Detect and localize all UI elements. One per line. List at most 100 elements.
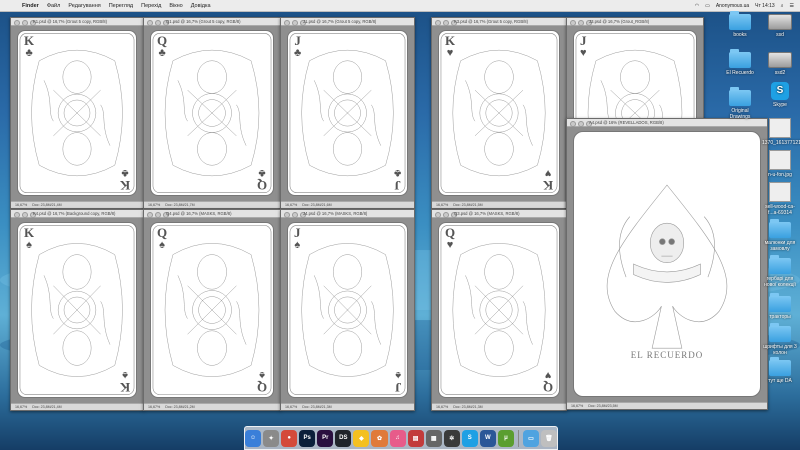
photoshop-icon[interactable]: Ps (299, 429, 316, 447)
doc-size[interactable]: Doc: 23,8M/21,3M (302, 405, 331, 409)
dimension-icon[interactable]: DS (335, 429, 352, 447)
menu-edit[interactable]: Редагування (68, 3, 100, 9)
doc-size[interactable]: Doc: 23,8M/21,2M (165, 405, 194, 409)
close-icon[interactable] (284, 211, 290, 218)
itunes-icon[interactable]: ♫ (389, 429, 406, 447)
document-window[interactable]: Q1.psd @ 16,7% (Grout 5 copy, RGB/8) Q ♣ … (143, 17, 281, 209)
window-title-bar[interactable]: K1.psd @ 16,7% (Grout 5 copy, RGB/8) (11, 18, 143, 26)
window-title-bar[interactable]: J4.psd @ 16,7% (MASKS, RGB/8) (281, 210, 414, 218)
word-icon[interactable]: W (479, 429, 496, 447)
desktop-icon[interactable]: малюнки для замовлу (762, 219, 798, 252)
minimize-icon[interactable] (292, 19, 298, 26)
window-title-bar[interactable]: Q1.psd @ 16,7% (Grout 5 copy, RGB/8) (144, 18, 280, 26)
photos-icon[interactable]: ✿ (371, 429, 388, 447)
desktop-icon[interactable]: ssd2 (762, 52, 798, 76)
close-icon[interactable] (147, 211, 153, 218)
zoom-level[interactable]: 16,67% (436, 405, 448, 409)
menu-app-name[interactable]: Finder (22, 3, 39, 9)
skype-icon[interactable]: S (461, 429, 478, 447)
zoom-level[interactable]: 16,67% (285, 203, 297, 207)
notification-icon[interactable]: ☰ (790, 3, 794, 9)
window-title-bar[interactable]: Q4.psd @ 16,7% (MASKS, RGB/8) (144, 210, 280, 218)
close-icon[interactable] (570, 120, 576, 127)
premiere-icon[interactable]: Pr (317, 429, 334, 447)
desktop-icon[interactable]: S Skype (762, 82, 798, 108)
document-window[interactable]: A4.psd @ 16% (REVELLADOS, RGB/8) EL RECU… (566, 118, 768, 410)
torrent-icon[interactable]: μ (497, 429, 514, 447)
document-window[interactable]: K3.psd @ 16,7% (Grout 5 copy, RGB/8) K ♥ … (431, 17, 567, 209)
zoom-level[interactable]: 16,67% (15, 405, 27, 409)
menu-help[interactable]: Довідка (191, 3, 211, 9)
window-title-bar[interactable]: J1.psd @ 16,7% (Grout 5 copy, RGB/8) (281, 18, 414, 26)
document-window[interactable]: Q3.psd @ 16,7% (MASKS, RGB/8) Q ♥ Q ♥ 16,6… (431, 209, 567, 411)
doc-size[interactable]: Doc: 23,8M/21,4M (32, 405, 61, 409)
minimize-icon[interactable] (22, 211, 28, 218)
window-title-bar[interactable]: K4.psd @ 16,7% (Background copy, RGB/8) (11, 210, 143, 218)
calculator-icon[interactable]: ▦ (425, 429, 442, 447)
close-icon[interactable] (147, 19, 153, 26)
close-icon[interactable] (284, 19, 290, 26)
close-icon[interactable] (435, 211, 441, 218)
doc-size[interactable]: Doc: 23,8M/21,7M (165, 203, 194, 207)
minimize-icon[interactable] (443, 211, 449, 218)
desktop-icon[interactable]: ssd (762, 14, 798, 38)
folder-dock-icon[interactable]: ▭ (522, 429, 539, 447)
desktop-icon[interactable]: sell-wood-ca-f...a-69314 (762, 182, 798, 216)
minimize-icon[interactable] (292, 211, 298, 218)
doc-size[interactable]: Doc: 23,8M/21,4M (32, 203, 61, 207)
search-icon[interactable]: ⌕ (781, 3, 784, 9)
doc-size[interactable]: Doc: 23,8M/21,5M (453, 203, 482, 207)
minimize-icon[interactable] (578, 19, 584, 26)
minimize-icon[interactable] (443, 19, 449, 26)
finder-icon[interactable]: ☺ (245, 429, 262, 447)
character-icon[interactable]: ✲ (443, 429, 460, 447)
close-icon[interactable] (570, 19, 576, 26)
window-title-bar[interactable]: J3.psd @ 16,7% (Grout_RGB/8) (567, 18, 703, 26)
doc-size[interactable]: Doc: 23,8M/23,5M (588, 404, 617, 408)
minimize-icon[interactable] (155, 211, 161, 218)
zoom-level[interactable]: 16,67% (285, 405, 297, 409)
doc-size[interactable]: Doc: 23,8M/21,3M (453, 405, 482, 409)
zoom-level[interactable]: 16,67% (571, 404, 583, 408)
window-title-bar[interactable]: A4.psd @ 16% (REVELLADOS, RGB/8) (567, 119, 767, 127)
desktop-icon[interactable]: тракторы (762, 293, 798, 320)
trash-icon[interactable]: 🗑 (540, 429, 557, 447)
minimize-icon[interactable] (22, 19, 28, 26)
menu-window[interactable]: Вікно (169, 3, 182, 9)
close-icon[interactable] (14, 211, 20, 218)
sketch-icon[interactable]: ◆ (353, 429, 370, 447)
document-window[interactable]: J1.psd @ 16,7% (Grout 5 copy, RGB/8) J ♣ … (280, 17, 415, 209)
desktop-icon[interactable]: гербарі для нової колекції (762, 255, 798, 288)
minimize-icon[interactable] (578, 120, 584, 127)
desktop-icon[interactable]: шрифты для 3 колон (762, 323, 798, 356)
document-window[interactable]: K4.psd @ 16,7% (Background copy, RGB/8) … (10, 209, 144, 411)
window-title-bar[interactable]: K3.psd @ 16,7% (Grout 5 copy, RGB/8) (432, 18, 566, 26)
launchpad-icon[interactable]: ✦ (263, 429, 280, 447)
desktop-icon[interactable]: Original Drawings (722, 87, 758, 120)
close-icon[interactable] (14, 19, 20, 26)
zoom-level[interactable]: 16,67% (148, 203, 160, 207)
battery-icon[interactable]: ▭ (705, 3, 710, 9)
menu-go[interactable]: Перехід (141, 3, 161, 9)
menu-view[interactable]: Перегляд (109, 3, 133, 9)
pdf-icon[interactable]: ▤ (407, 429, 424, 447)
window-title-bar[interactable]: Q3.psd @ 16,7% (MASKS, RGB/8) (432, 210, 566, 218)
document-window[interactable]: Q4.psd @ 16,7% (MASKS, RGB/8) Q ♠ Q ♠ 16,6… (143, 209, 281, 411)
zoom-level[interactable]: 16,67% (148, 405, 160, 409)
zoom-level[interactable]: 16,67% (15, 203, 27, 207)
chrome-icon[interactable]: ● (281, 429, 298, 447)
desktop-icon[interactable]: n-u-fon.jpg (762, 150, 798, 178)
menu-file[interactable]: Файл (47, 3, 61, 9)
close-icon[interactable] (435, 19, 441, 26)
desktop-icon[interactable]: books (722, 11, 758, 38)
document-window[interactable]: K1.psd @ 16,7% (Grout 5 copy, RGB/8) K ♣ … (10, 17, 144, 209)
desktop-icon[interactable]: 1370_16137712106...77933_n (762, 118, 800, 146)
doc-size[interactable]: Doc: 23,8M/21,6M (302, 203, 331, 207)
wifi-icon[interactable]: ◠ (695, 3, 699, 9)
desktop-icon[interactable]: тут ще DA (762, 357, 798, 384)
minimize-icon[interactable] (155, 19, 161, 26)
clock[interactable]: Чт 14:13 (755, 3, 775, 9)
status-user[interactable]: Anonymous.ua (716, 3, 749, 9)
zoom-level[interactable]: 16,67% (436, 203, 448, 207)
document-window[interactable]: J4.psd @ 16,7% (MASKS, RGB/8) J ♠ J ♠ 16,6… (280, 209, 415, 411)
